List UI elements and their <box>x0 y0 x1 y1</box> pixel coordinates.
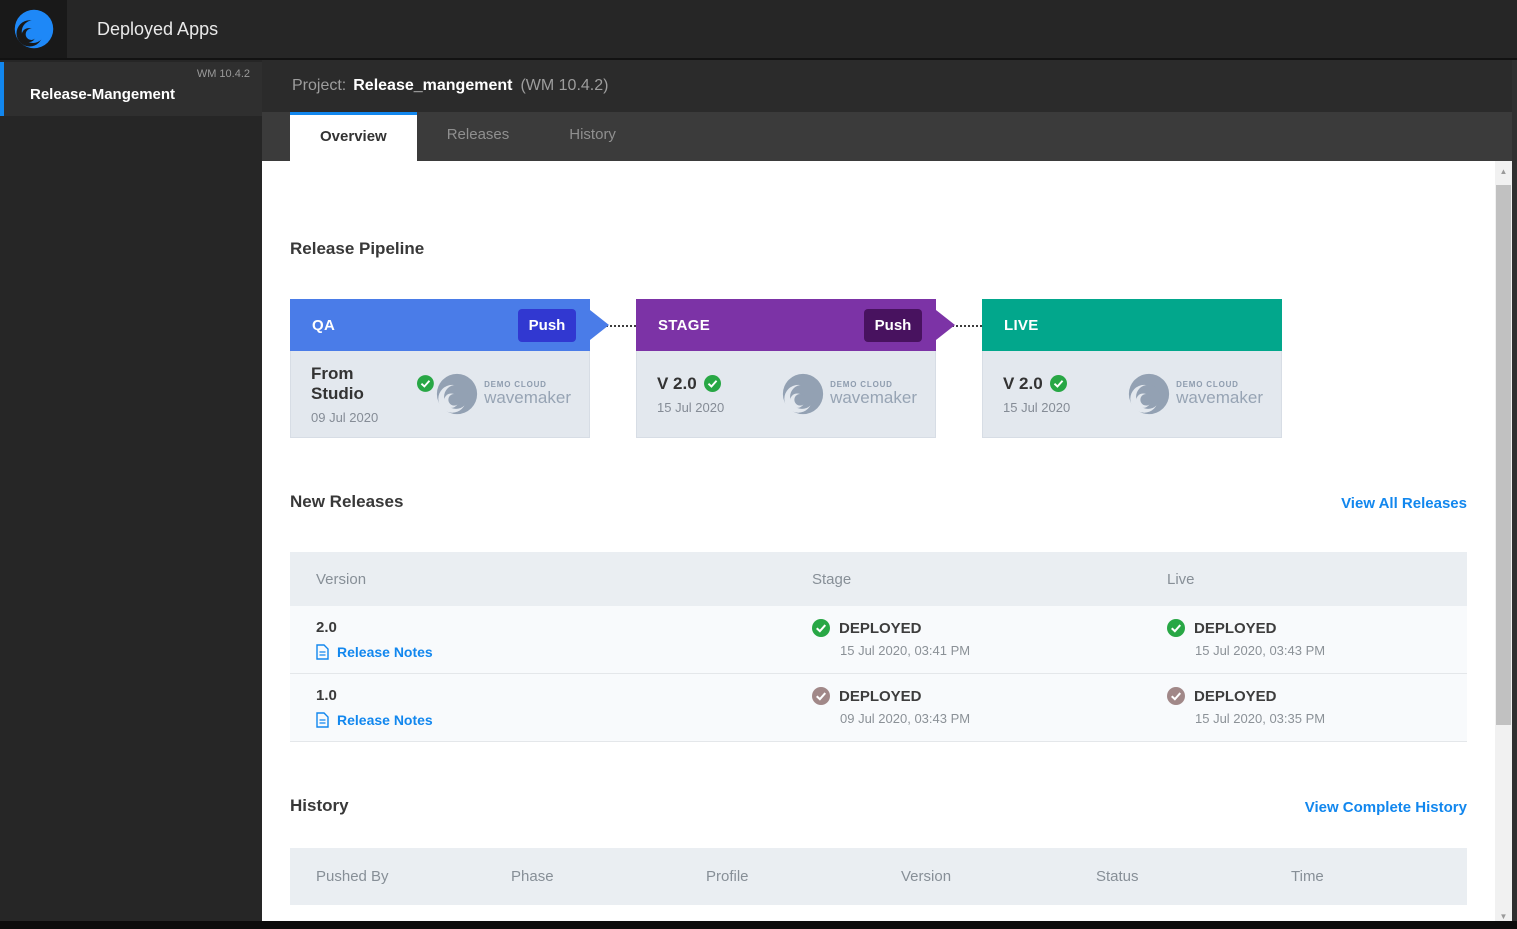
live-status-time: 15 Jul 2020, 03:43 PM <box>1195 643 1326 658</box>
tab-releases[interactable]: Releases <box>417 112 540 161</box>
stage-arrow-icon <box>936 310 955 340</box>
column-header-stage: Stage <box>812 570 852 588</box>
check-circle-icon <box>703 375 721 392</box>
live-version: V 2.0 <box>1003 373 1043 393</box>
check-circle-icon <box>812 687 830 705</box>
live-status: DEPLOYED <box>1194 619 1277 637</box>
project-name: Release_mangement <box>353 77 513 94</box>
history-table-header: Pushed By Phase Profile Version Status T… <box>290 848 1467 905</box>
vertical-scrollbar[interactable]: ▲ ▼ <box>1495 161 1512 929</box>
wavemaker-logo-tile[interactable] <box>0 0 67 58</box>
wavemaker-gray-icon <box>782 373 824 415</box>
sidebar-item-label: Release-Mangement <box>30 86 176 103</box>
qa-stage-name: QA <box>312 316 336 334</box>
column-header-pushed-by: Pushed By <box>316 868 389 885</box>
stage-version: V 2.0 <box>657 373 697 393</box>
window-right-edge <box>1512 60 1517 929</box>
project-header: Project: Release_mangement (WM 10.4.2) <box>262 60 1517 112</box>
qa-push-button[interactable]: Push <box>518 308 576 342</box>
view-all-releases-link[interactable]: View All Releases <box>1341 495 1467 512</box>
sidebar-item-release-mangement[interactable]: WM 10.4.2 Release-Mangement <box>0 62 262 116</box>
stage-push-button[interactable]: Push <box>864 308 922 342</box>
release-pipeline-heading: Release Pipeline <box>290 239 425 258</box>
document-icon <box>316 644 329 660</box>
pipeline-card-qa: QA Push From Studio 09 Jul 2020 DEMO CLO… <box>290 299 609 438</box>
check-circle-icon <box>417 375 435 392</box>
column-header-profile: Profile <box>706 868 749 885</box>
wavemaker-gray-icon <box>1128 373 1170 415</box>
table-row: 2.0 Release Notes DEPLOYED 15 Jul 2020, … <box>290 606 1467 674</box>
stage-card-header: STAGE Push <box>636 299 955 351</box>
qa-arrow-icon <box>590 310 609 340</box>
new-releases-heading: New Releases <box>290 492 404 511</box>
document-icon <box>316 712 329 728</box>
new-releases-table-header: Version Stage Live <box>290 552 1467 606</box>
column-header-version: Version <box>316 570 367 588</box>
live-status: DEPLOYED <box>1194 687 1277 705</box>
top-bar: Deployed Apps <box>0 0 1517 60</box>
column-header-version: Version <box>901 868 952 885</box>
stage-status: DEPLOYED <box>839 687 922 705</box>
qa-card-body: From Studio 09 Jul 2020 DEMO CLOUD wavem… <box>290 351 590 438</box>
tab-history[interactable]: History <box>539 112 646 161</box>
stage-status: DEPLOYED <box>839 619 922 637</box>
stage-stage-name: STAGE <box>658 316 711 334</box>
check-circle-icon <box>812 619 830 637</box>
demo-cloud-logo: DEMO CLOUD wavemaker <box>780 371 917 417</box>
release-version: 2.0 <box>316 619 337 636</box>
tab-bar: Overview Releases History <box>262 112 1517 161</box>
stage-status-time: 09 Jul 2020, 03:43 PM <box>840 711 971 726</box>
projects-sidebar: WM 10.4.2 Release-Mangement <box>0 60 262 927</box>
column-header-status: Status <box>1096 868 1139 885</box>
app-title: Deployed Apps <box>97 18 219 39</box>
check-circle-icon <box>1049 375 1067 392</box>
column-header-time: Time <box>1291 868 1324 885</box>
live-date: 15 Jul 2020 <box>1003 399 1071 415</box>
column-header-phase: Phase <box>511 868 554 885</box>
demo-cloud-logo: DEMO CLOUD wavemaker <box>434 371 571 417</box>
pipeline-card-live: LIVE V 2.0 15 Jul 2020 DEMO CLOUD wavema… <box>982 299 1282 438</box>
column-header-live: Live <box>1167 570 1195 588</box>
wavemaker-label: wavemaker <box>1176 388 1263 407</box>
qa-card-header: QA Push <box>290 299 609 351</box>
overview-content: Release Pipeline QA Push From Studio 09 … <box>262 161 1517 927</box>
tab-overview[interactable]: Overview <box>290 112 417 161</box>
table-row: 1.0 Release Notes DEPLOYED 09 Jul 2020, … <box>290 674 1467 742</box>
scroll-up-icon[interactable]: ▲ <box>1495 163 1512 180</box>
stage-status-time: 15 Jul 2020, 03:41 PM <box>840 643 971 658</box>
project-version: (WM 10.4.2) <box>520 77 609 94</box>
check-circle-icon <box>1167 687 1185 705</box>
wavemaker-label: wavemaker <box>830 388 917 407</box>
release-notes-link[interactable]: Release Notes <box>316 644 786 660</box>
stage-card-body: V 2.0 15 Jul 2020 DEMO CLOUD wavemaker <box>636 351 936 438</box>
live-status-time: 15 Jul 2020, 03:35 PM <box>1195 711 1326 726</box>
demo-cloud-logo: DEMO CLOUD wavemaker <box>1126 371 1263 417</box>
view-complete-history-link[interactable]: View Complete History <box>1305 799 1467 816</box>
history-heading: History <box>290 796 349 815</box>
new-releases-table: Version Stage Live 2.0 Release Notes DEP… <box>290 552 1467 742</box>
release-version: 1.0 <box>316 687 337 704</box>
pipeline-card-stage: STAGE Push V 2.0 15 Jul 2020 DEMO CLOUD … <box>636 299 955 438</box>
wavemaker-logo-icon <box>14 9 53 49</box>
check-circle-icon <box>1167 619 1185 637</box>
qa-version: From Studio <box>311 363 364 403</box>
main-panel: Project: Release_mangement (WM 10.4.2) O… <box>262 60 1517 927</box>
qa-date: 09 Jul 2020 <box>311 409 379 425</box>
deployed-apps-window: Deployed Apps WM 10.4.2 Release-Mangemen… <box>0 0 1517 929</box>
window-bottom-edge <box>0 921 1517 929</box>
live-card-header: LIVE <box>982 299 1282 351</box>
project-label: Project: <box>292 77 347 94</box>
live-stage-name: LIVE <box>1004 316 1039 334</box>
release-pipeline: QA Push From Studio 09 Jul 2020 DEMO CLO… <box>290 299 1467 438</box>
stage-date: 15 Jul 2020 <box>657 399 725 415</box>
live-card-body: V 2.0 15 Jul 2020 DEMO CLOUD wavemaker <box>982 351 1282 438</box>
wavemaker-label: wavemaker <box>484 388 571 407</box>
wavemaker-gray-icon <box>436 373 478 415</box>
scrollbar-thumb[interactable] <box>1496 185 1511 725</box>
release-notes-link[interactable]: Release Notes <box>316 712 786 728</box>
pipeline-connector <box>936 325 982 438</box>
sidebar-item-wm-version: WM 10.4.2 <box>196 68 250 80</box>
pipeline-connector <box>590 325 636 438</box>
